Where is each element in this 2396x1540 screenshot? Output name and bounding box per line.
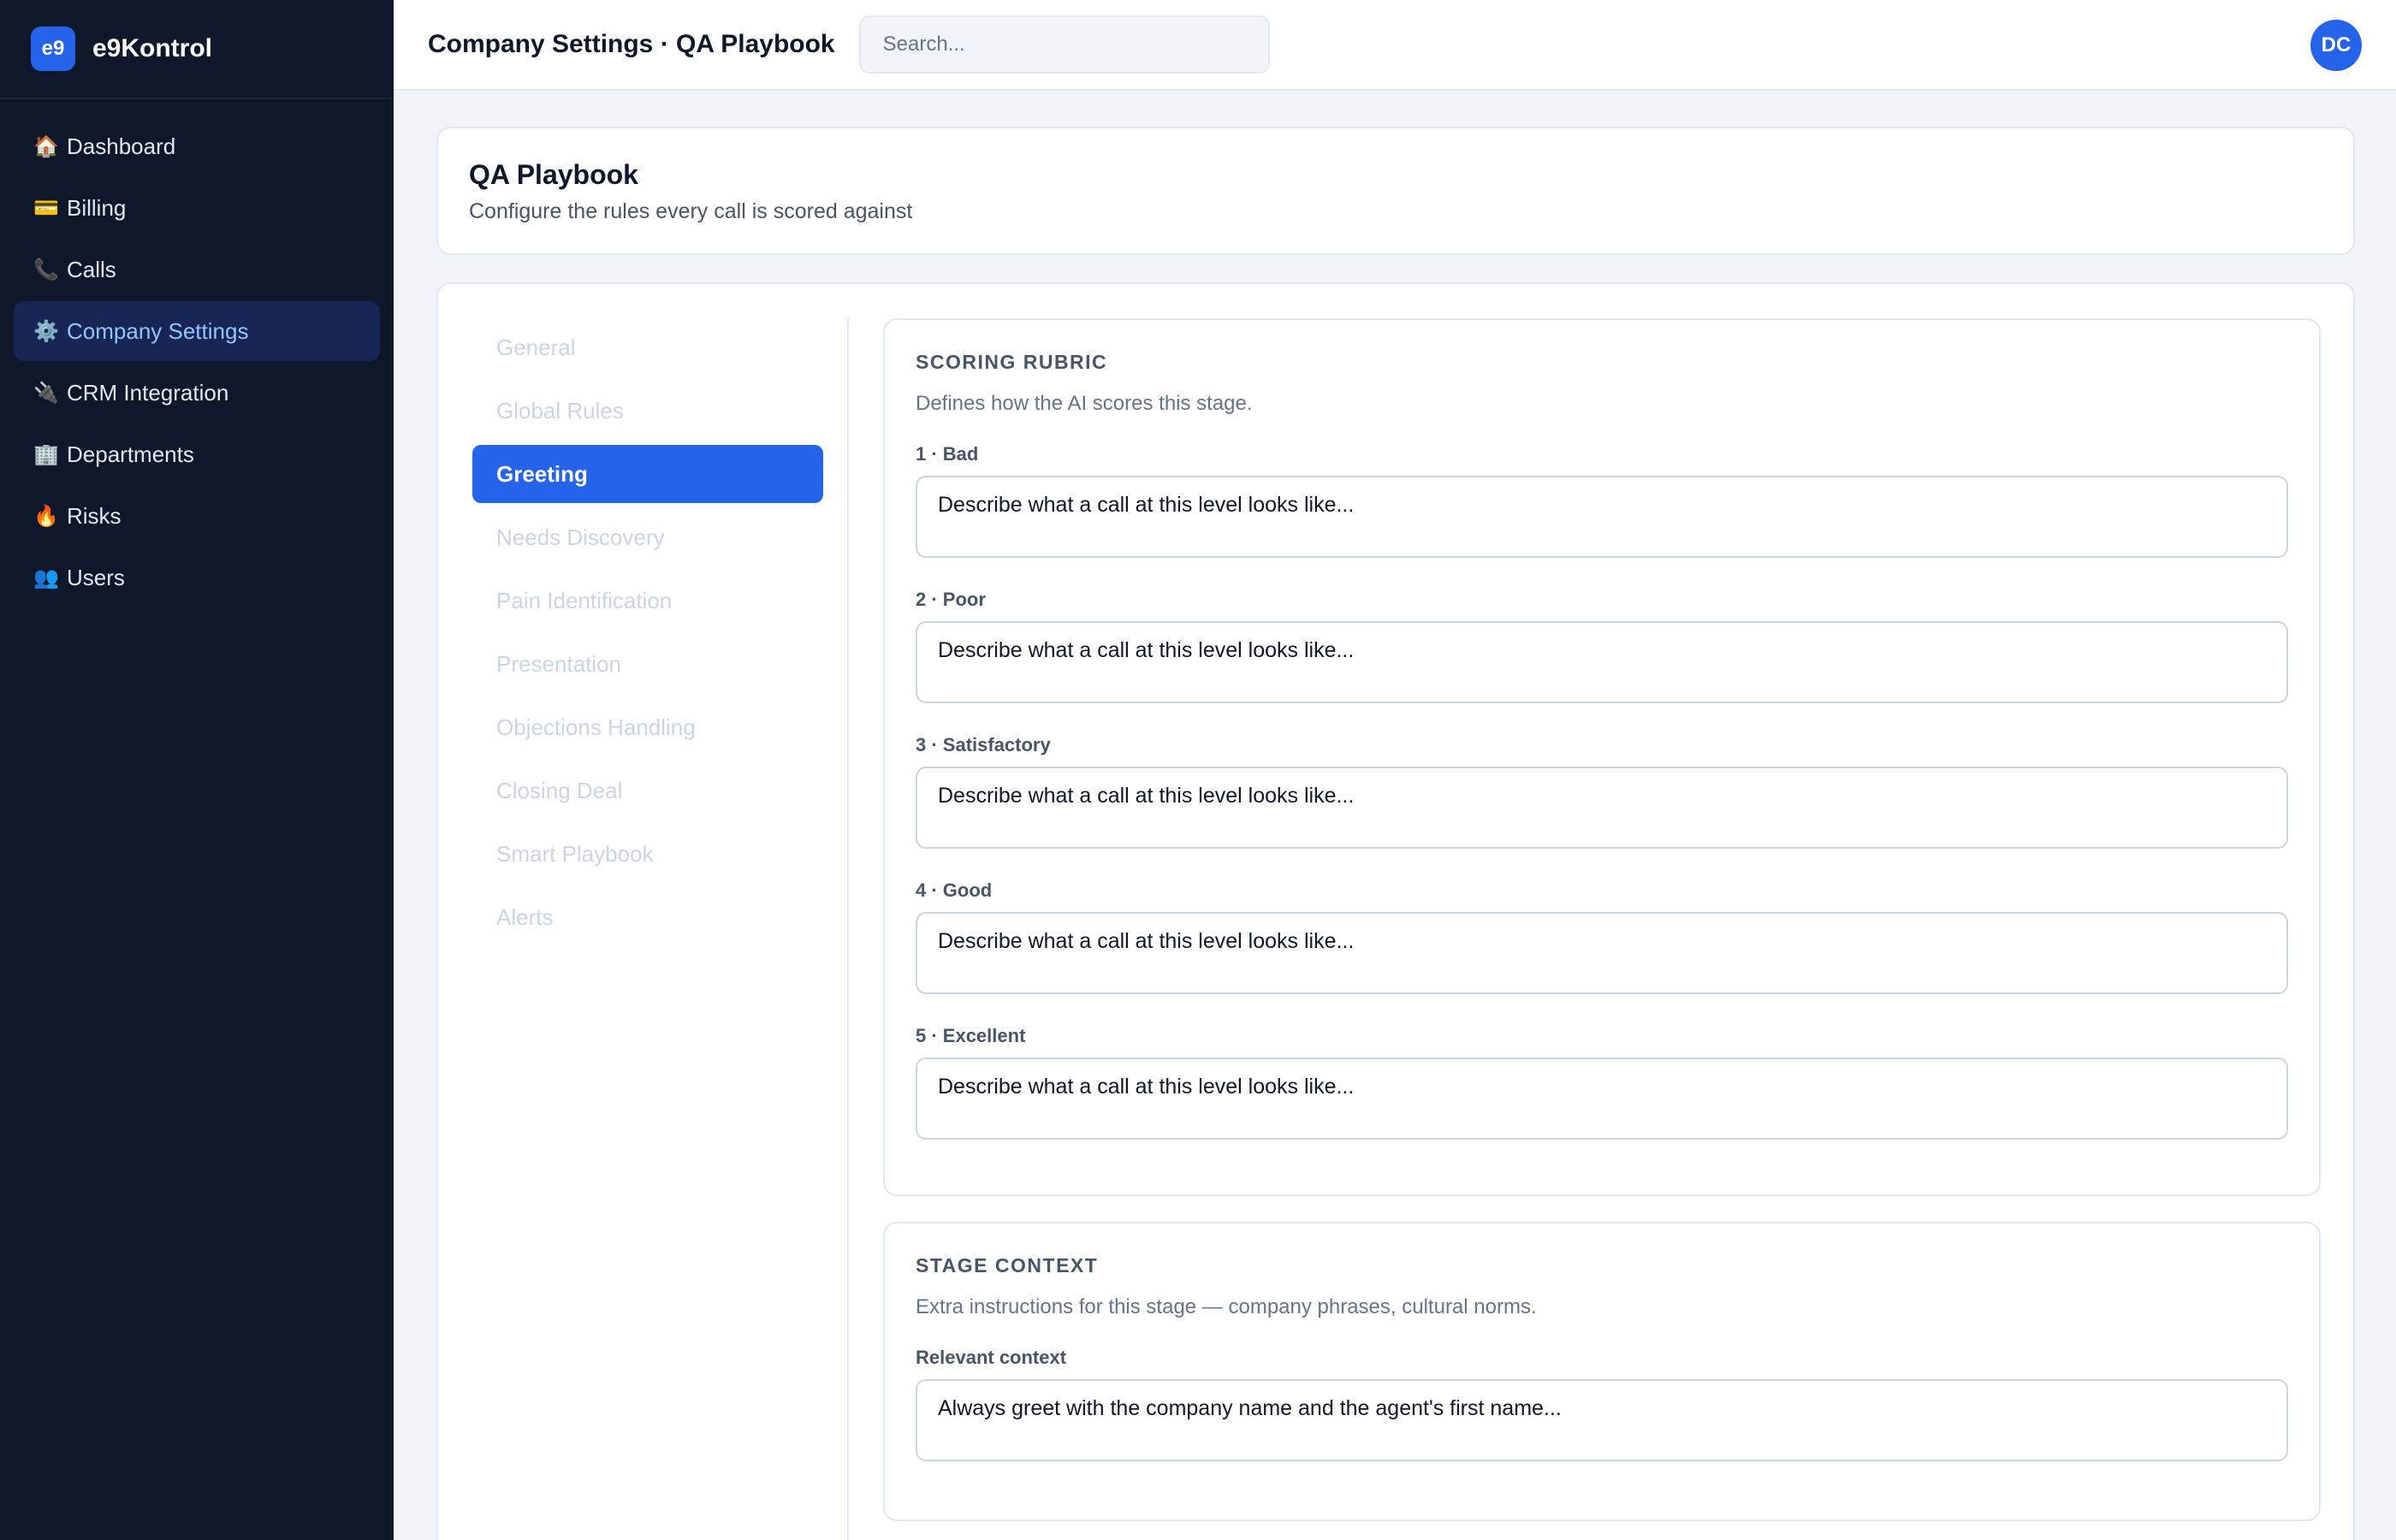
rubric-level-label-2: 2 · Poor <box>916 589 986 610</box>
sidebar-item-label: Users <box>67 564 125 590</box>
sidebar-item-label: Risks <box>67 502 122 529</box>
page-header-card: QA Playbook Configure the rules every ca… <box>436 127 2355 255</box>
stage-divider <box>847 318 849 1540</box>
rubric-level-1-field[interactable] <box>916 476 2288 558</box>
stage-tab-alerts[interactable]: Alerts <box>472 888 823 946</box>
sidebar-item-label: CRM Integration <box>67 379 229 406</box>
rubric-level-3-field[interactable] <box>916 767 2288 849</box>
gear-icon: ⚙️ <box>33 319 59 343</box>
sidebar-item-dashboard[interactable]: 🏠 Dashboard <box>14 116 380 176</box>
rubric-level-label-1: 1 · Bad <box>916 443 979 465</box>
brand[interactable]: e9 e9Kontrol <box>0 0 394 99</box>
users-icon: 👥 <box>33 566 59 589</box>
sidebar-item-company-settings[interactable]: ⚙️ Company Settings <box>14 301 380 361</box>
relevant-context-field[interactable] <box>916 1379 2288 1461</box>
rubric-description: Defines how the AI scores this stage. <box>916 392 1253 415</box>
rubric-title: SCORING RUBRIC <box>916 351 1108 373</box>
search-input[interactable] <box>858 15 1270 74</box>
rubric-level-2-field[interactable] <box>916 621 2288 703</box>
credit-card-icon: 💳 <box>33 196 59 220</box>
playbook-editor-card: General Global Rules Greeting Needs Disc… <box>436 282 2355 1540</box>
stage-tab-greeting[interactable]: Greeting <box>472 445 823 503</box>
stage-tab-smart-playbook[interactable]: Smart Playbook <box>472 825 823 883</box>
sidebar-item-label: Company Settings <box>67 317 249 344</box>
breadcrumb: Company Settings · QA Playbook <box>428 30 835 58</box>
scoring-rubric-panel: SCORING RUBRIC Defines how the AI scores… <box>883 318 2321 1196</box>
stage-tab-needs-discovery[interactable]: Needs Discovery <box>472 508 823 566</box>
stage-tab-objections-handling[interactable]: Objections Handling <box>472 698 823 756</box>
home-icon: 🏠 <box>33 134 59 158</box>
rubric-level-label-3: 3 · Satisfactory <box>916 734 1051 755</box>
context-description: Extra instructions for this stage — comp… <box>916 1295 1537 1318</box>
sidebar-item-risks[interactable]: 🔥 Risks <box>14 486 380 546</box>
plug-icon: 🔌 <box>33 381 59 405</box>
building-icon: 🏢 <box>33 442 59 466</box>
fire-icon: 🔥 <box>33 504 59 528</box>
page-subtitle: Configure the rules every call is scored… <box>469 199 913 223</box>
sidebar-item-users[interactable]: 👥 Users <box>14 548 380 607</box>
phone-icon: 📞 <box>33 258 59 281</box>
avatar[interactable]: DC <box>2310 20 2362 71</box>
sidebar-item-calls[interactable]: 📞 Calls <box>14 240 380 299</box>
stage-list: General Global Rules Greeting Needs Disc… <box>472 318 823 951</box>
sidebar-item-crm-integration[interactable]: 🔌 CRM Integration <box>14 363 380 423</box>
topbar: Company Settings · QA Playbook DC <box>394 0 2396 91</box>
stage-context-panel: STAGE CONTEXT Extra instructions for thi… <box>883 1222 2321 1521</box>
sidebar-item-departments[interactable]: 🏢 Departments <box>14 424 380 484</box>
stage-tab-presentation[interactable]: Presentation <box>472 635 823 693</box>
context-title: STAGE CONTEXT <box>916 1254 1099 1276</box>
sidebar-nav: 🏠 Dashboard 💳 Billing 📞 Calls ⚙️ Company… <box>0 99 394 626</box>
context-field-label: Relevant context <box>916 1347 1067 1368</box>
sidebar-item-label: Dashboard <box>67 133 176 159</box>
stage-tab-global-rules[interactable]: Global Rules <box>472 382 823 440</box>
rubric-level-label-4: 4 · Good <box>916 880 993 901</box>
rubric-level-5-field[interactable] <box>916 1057 2288 1140</box>
stage-tab-closing-deal[interactable]: Closing Deal <box>472 761 823 820</box>
rubric-level-label-5: 5 · Excellent <box>916 1025 1026 1046</box>
stage-tab-general[interactable]: General <box>472 318 823 376</box>
sidebar: e9 e9Kontrol 🏠 Dashboard 💳 Billing 📞 Cal… <box>0 0 394 1540</box>
sidebar-item-billing[interactable]: 💳 Billing <box>14 178 380 238</box>
brand-name: e9Kontrol <box>92 34 213 62</box>
sidebar-item-label: Billing <box>67 194 127 221</box>
brand-logo: e9 <box>31 27 75 71</box>
rubric-level-4-field[interactable] <box>916 912 2288 994</box>
page-title: QA Playbook <box>469 159 638 190</box>
stage-tab-pain-identification[interactable]: Pain Identification <box>472 572 823 630</box>
sidebar-item-label: Departments <box>67 441 194 467</box>
sidebar-item-label: Calls <box>67 256 116 282</box>
